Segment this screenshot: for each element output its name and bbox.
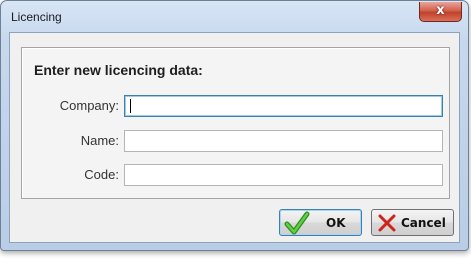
ok-label: OK	[326, 216, 346, 230]
name-field[interactable]	[124, 130, 443, 152]
licencing-dialog: Licencing x Enter new licencing data: Co…	[0, 0, 469, 251]
code-label: Code:	[84, 167, 119, 182]
text-caret	[130, 99, 131, 113]
ok-button[interactable]: OK	[279, 209, 362, 236]
cancel-button[interactable]: Cancel	[371, 209, 454, 236]
licence-group-box: Enter new licencing data: Company: Name:…	[21, 47, 450, 199]
close-icon: x	[436, 3, 445, 18]
form-heading: Enter new licencing data:	[34, 62, 203, 78]
checkmark-icon	[284, 211, 310, 235]
cancel-label: Cancel	[401, 216, 446, 230]
dialog-body: Enter new licencing data: Company: Name:…	[9, 32, 460, 243]
close-button[interactable]: x	[419, 2, 462, 22]
window-title: Licencing	[11, 10, 62, 24]
company-field[interactable]	[124, 95, 443, 117]
company-label: Company:	[59, 98, 119, 113]
cross-icon	[378, 214, 396, 232]
name-label: Name:	[80, 133, 119, 148]
code-field[interactable]	[124, 164, 443, 186]
